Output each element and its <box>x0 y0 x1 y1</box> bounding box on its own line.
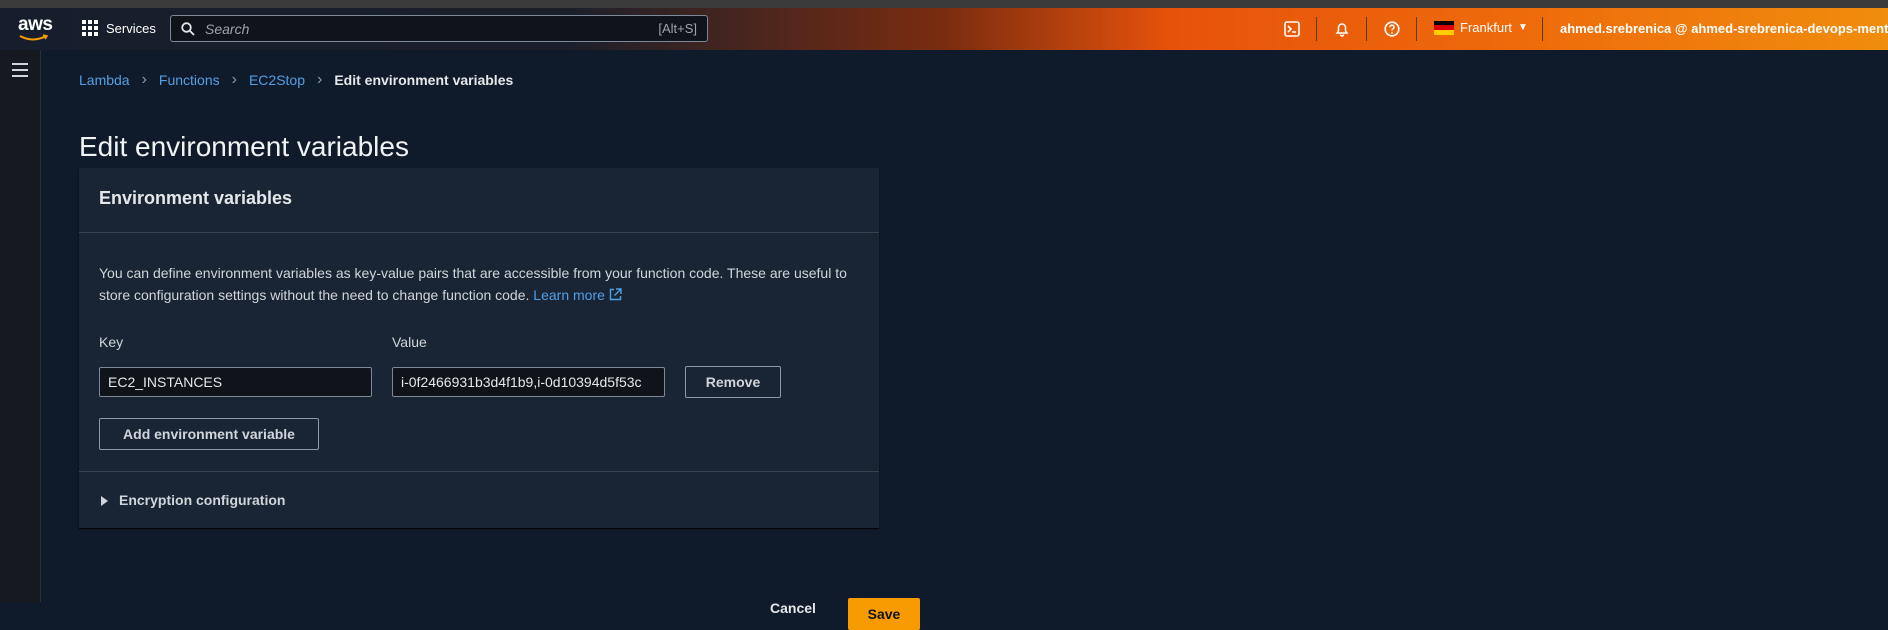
nav-separator <box>1366 17 1367 41</box>
aws-logo-text: aws <box>18 14 53 35</box>
panel-title: Environment variables <box>99 188 293 208</box>
breadcrumb-lambda[interactable]: Lambda <box>79 72 130 88</box>
add-environment-variable-button[interactable]: Add environment variable <box>99 418 319 450</box>
breadcrumb-functions[interactable]: Functions <box>159 72 220 88</box>
external-link-icon <box>609 288 622 301</box>
env-key-input[interactable] <box>99 367 372 397</box>
grid-icon <box>82 20 98 36</box>
encryption-label: Encryption configuration <box>119 492 286 508</box>
nav-separator <box>1416 17 1417 41</box>
cloudshell-icon[interactable] <box>1282 19 1302 39</box>
search-shortcut: [Alt+S] <box>658 21 697 36</box>
account-menu[interactable]: ahmed.srebrenica @ ahmed-srebrenica-devo… <box>1560 21 1888 36</box>
nav-separator <box>1316 17 1317 41</box>
learn-more-link[interactable]: Learn more <box>533 287 622 303</box>
services-menu-button[interactable]: Services <box>82 20 156 36</box>
search-icon <box>181 21 195 36</box>
environment-variables-panel: Environment variables You can define env… <box>79 168 879 528</box>
breadcrumb-function[interactable]: EC2Stop <box>249 72 305 88</box>
chevron-right-icon: › <box>141 71 147 88</box>
main-content: Lambda › Functions › EC2Stop › Edit envi… <box>41 50 1888 630</box>
search-box[interactable]: [Alt+S] <box>170 15 708 42</box>
services-label: Services <box>106 20 156 36</box>
page-title: Edit environment variables <box>79 130 409 162</box>
window-top-strip <box>0 0 1888 8</box>
search-input[interactable] <box>203 19 637 38</box>
chevron-down-icon: ▼ <box>1518 22 1528 33</box>
smile-icon <box>19 34 49 41</box>
value-label: Value <box>392 334 427 350</box>
sidebar <box>0 50 41 602</box>
encryption-configuration-expander[interactable]: Encryption configuration <box>79 471 879 529</box>
caret-right-icon <box>101 496 108 506</box>
breadcrumb: Lambda › Functions › EC2Stop › Edit envi… <box>79 71 513 89</box>
breadcrumb-current: Edit environment variables <box>334 72 514 88</box>
top-navigation: aws Services [Alt+S] <box>0 8 1888 50</box>
bell-icon[interactable] <box>1332 19 1352 39</box>
nav-separator <box>1542 17 1543 41</box>
chevron-right-icon: › <box>231 71 237 88</box>
key-label: Key <box>99 334 124 350</box>
remove-button[interactable]: Remove <box>685 366 781 398</box>
chevron-right-icon: › <box>317 71 323 88</box>
region-label: Frankfurt <box>1460 20 1513 35</box>
cancel-button[interactable]: Cancel <box>770 600 816 616</box>
aws-logo[interactable]: aws <box>18 14 58 44</box>
panel-description: You can define environment variables as … <box>99 262 869 306</box>
region-selector[interactable]: Frankfurt ▼ <box>1434 20 1528 35</box>
env-value-input[interactable] <box>392 367 665 397</box>
germany-flag-icon <box>1434 20 1454 35</box>
save-button[interactable]: Save <box>848 598 920 630</box>
help-icon[interactable] <box>1382 19 1402 39</box>
hamburger-menu-icon[interactable] <box>12 63 28 77</box>
description-text: You can define environment variables as … <box>99 265 847 303</box>
